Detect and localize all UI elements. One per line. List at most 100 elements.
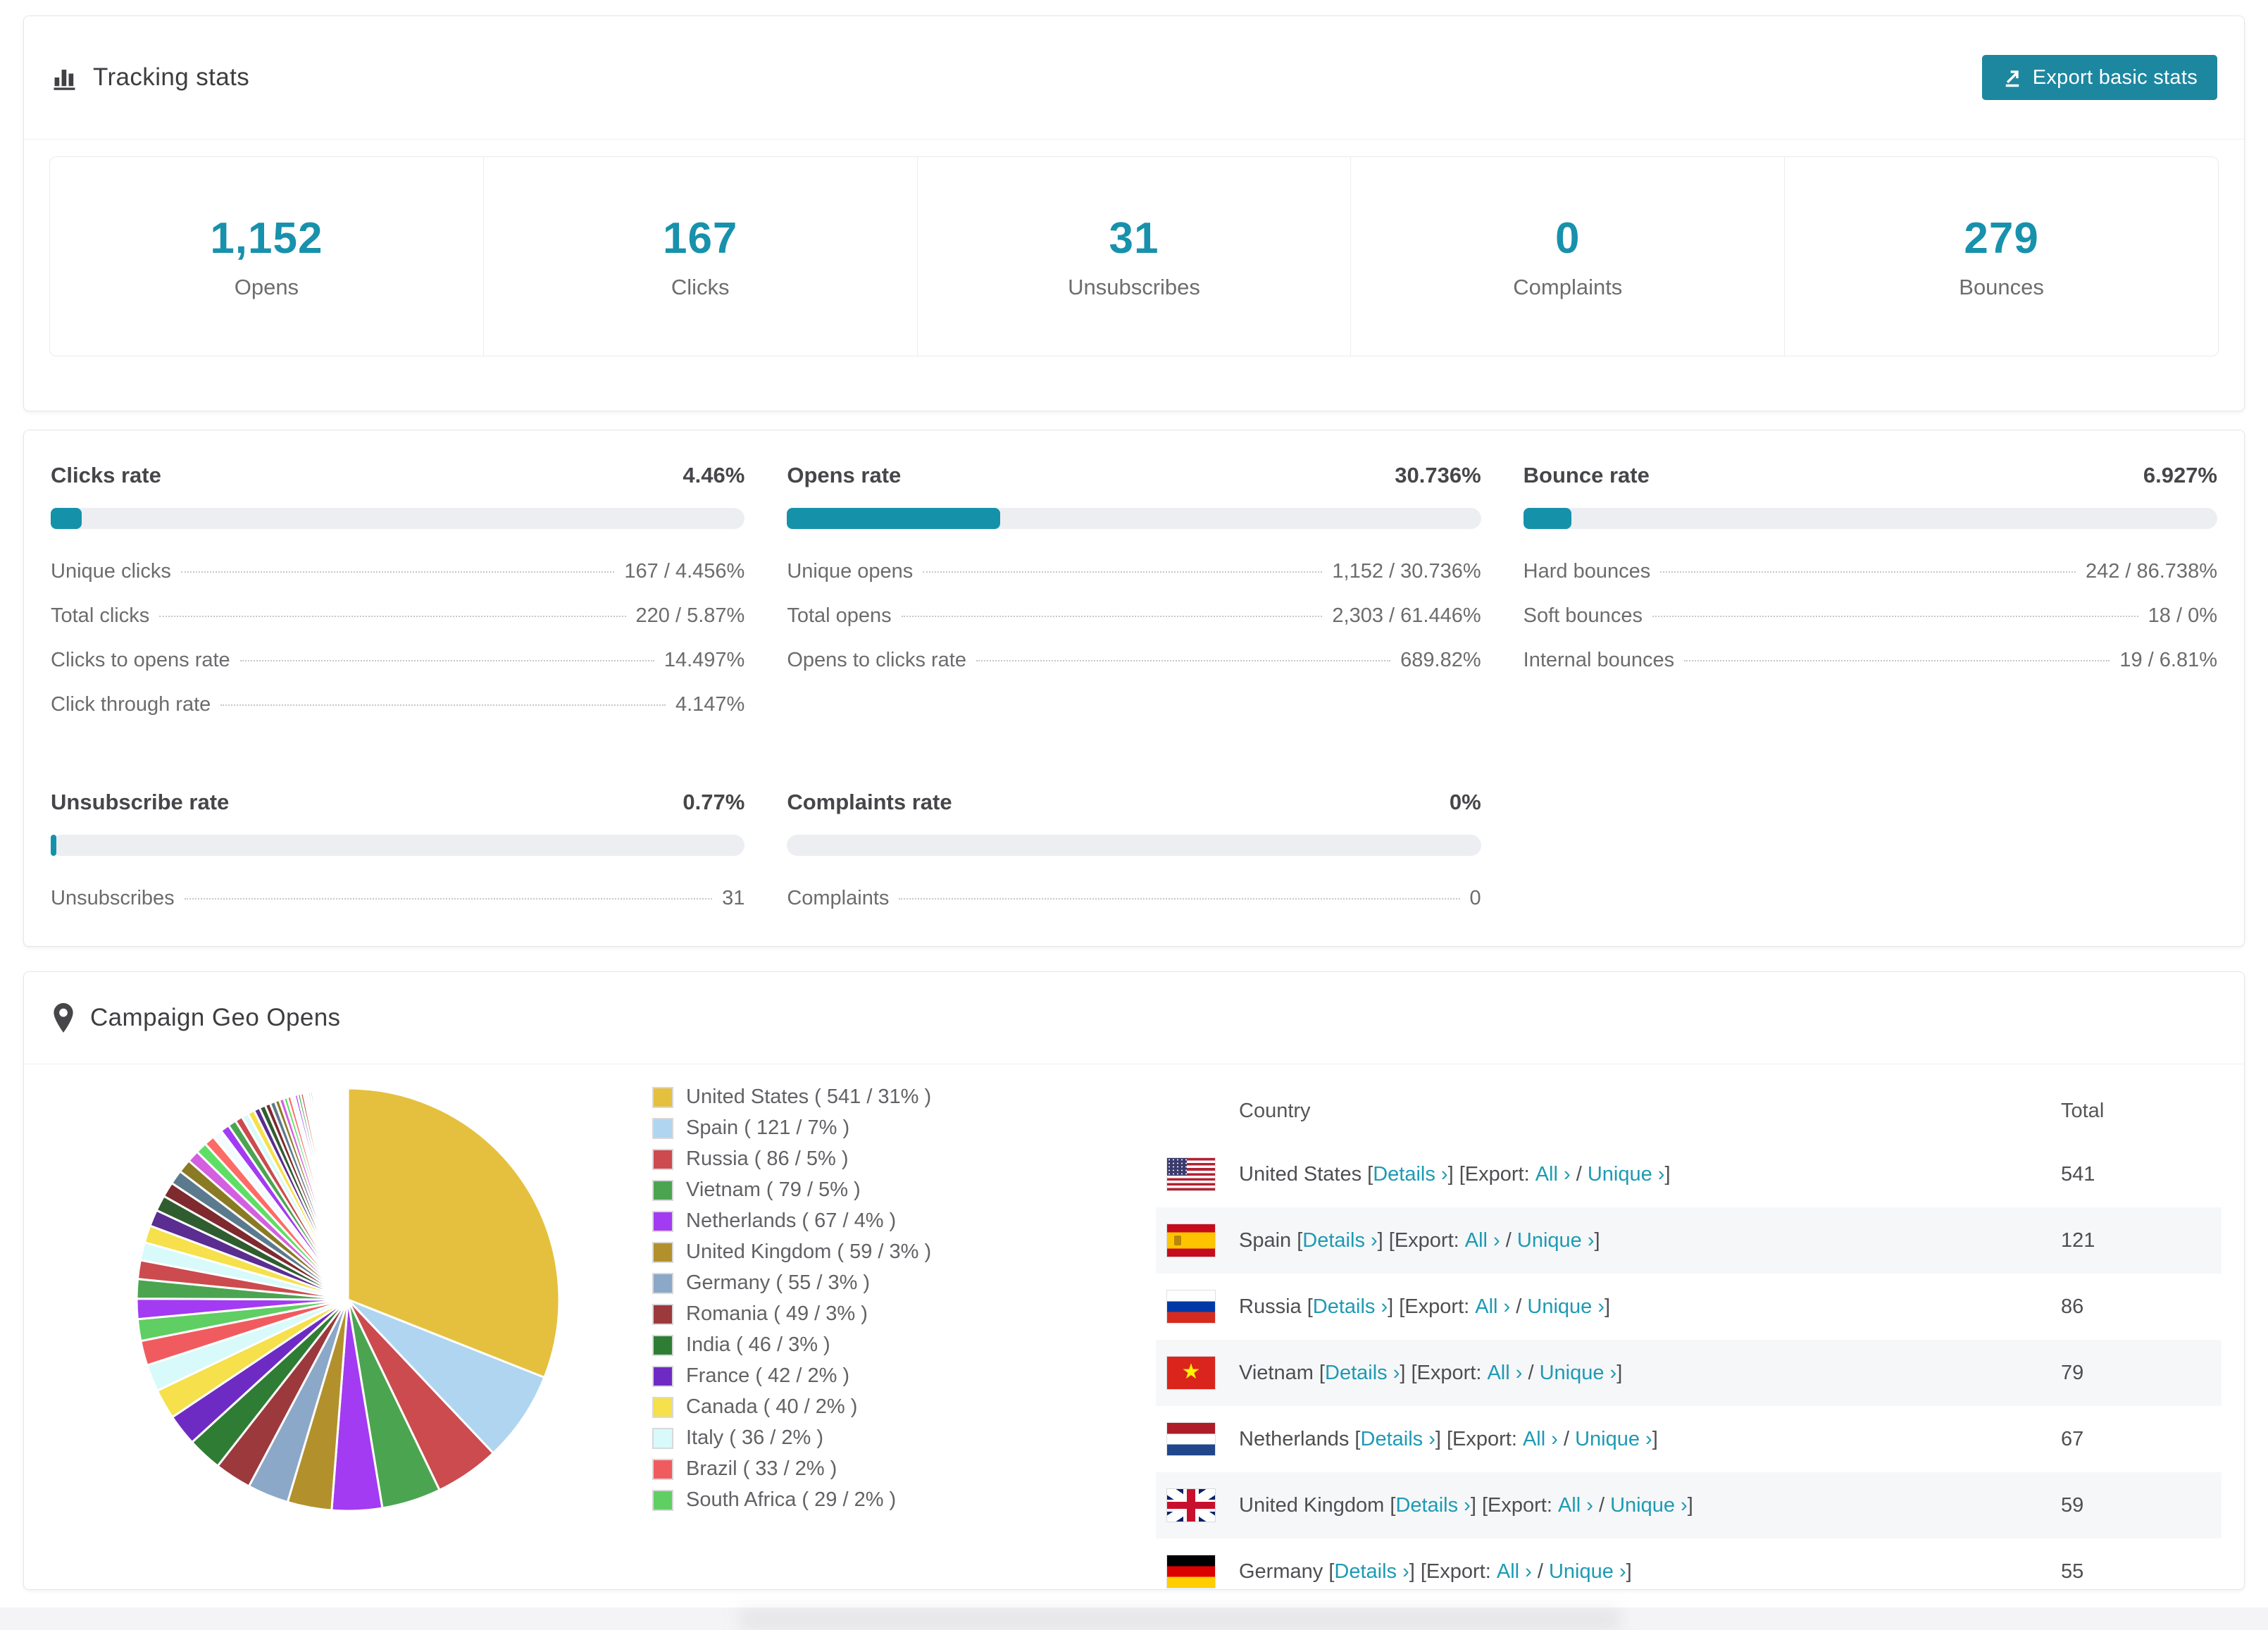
geo-pie-chart — [130, 1081, 566, 1518]
export-unique-link[interactable]: Unique › — [1517, 1229, 1595, 1252]
metric-row: Opens to clicks rate 689.82% — [787, 649, 1481, 672]
metric-leader — [239, 660, 654, 661]
details-link[interactable]: Details › — [1373, 1163, 1447, 1186]
flag-de-icon — [1167, 1555, 1215, 1588]
stat-card: 279 Bounces — [1785, 157, 2218, 356]
rates-panel: Clicks rate 4.46% Unique clicks 167 / 4.… — [23, 430, 2245, 947]
export-all-link[interactable]: All › — [1487, 1362, 1522, 1385]
rate-progress-track — [51, 835, 745, 856]
export-unique-link[interactable]: Unique › — [1527, 1295, 1605, 1319]
stat-card: 1,152 Opens — [50, 157, 484, 356]
rate-block: Opens rate 30.736% Unique opens 1,152 / … — [787, 463, 1481, 738]
flag-ru-icon — [1167, 1290, 1215, 1323]
legend-item: United Kingdom ( 59 / 3% ) — [652, 1240, 983, 1264]
details-link[interactable]: Details › — [1395, 1494, 1470, 1517]
metric-leader — [901, 616, 1323, 617]
legend-item: Italy ( 36 / 2% ) — [652, 1426, 983, 1450]
legend-swatch — [652, 1086, 673, 1108]
metric-label: Total opens — [787, 604, 892, 627]
legend-label: Romania ( 49 / 3% ) — [686, 1302, 868, 1325]
table-row: Netherlands [Details ›] [Export: All › /… — [1156, 1406, 2222, 1472]
legend-swatch — [652, 1210, 673, 1232]
legend-label: United States ( 541 / 31% ) — [686, 1085, 932, 1108]
rate-metric-list: Hard bounces 242 / 86.738% Soft bounces … — [1524, 560, 2217, 672]
legend-swatch — [652, 1489, 673, 1511]
metric-label: Total clicks — [51, 604, 150, 627]
export-unique-link[interactable]: Unique › — [1540, 1362, 1617, 1385]
metric-value: 167 / 4.456% — [624, 560, 745, 583]
flag-us-icon — [1167, 1158, 1215, 1190]
metric-label: Opens to clicks rate — [787, 649, 966, 671]
legend-label: Italy ( 36 / 2% ) — [686, 1426, 824, 1449]
legend-item: Russia ( 86 / 5% ) — [652, 1147, 983, 1171]
legend-swatch — [652, 1241, 673, 1263]
export-basic-stats-button[interactable]: Export basic stats — [1981, 55, 2217, 100]
legend-item: Brazil ( 33 / 2% ) — [652, 1457, 983, 1481]
metric-value: 0 — [1469, 887, 1481, 909]
metric-value: 4.147% — [675, 693, 745, 716]
metric-leader — [923, 571, 1323, 573]
rates-grid: Clicks rate 4.46% Unique clicks 167 / 4.… — [51, 463, 2217, 931]
legend-item: India ( 46 / 3% ) — [652, 1333, 983, 1357]
export-all-link[interactable]: All › — [1558, 1494, 1593, 1517]
legend-item: Vietnam ( 79 / 5% ) — [652, 1178, 983, 1202]
metric-leader — [159, 616, 626, 617]
export-all-link[interactable]: All › — [1465, 1229, 1500, 1252]
metric-label: Soft bounces — [1523, 604, 1643, 627]
rate-progress-track — [51, 508, 745, 529]
details-link[interactable]: Details › — [1325, 1362, 1400, 1385]
flag-gb-icon — [1167, 1489, 1215, 1522]
legend-label: South Africa ( 29 / 2% ) — [686, 1488, 897, 1511]
legend-label: Brazil ( 33 / 2% ) — [686, 1457, 837, 1480]
export-unique-link[interactable]: Unique › — [1588, 1163, 1665, 1186]
metric-label: Unique clicks — [51, 560, 171, 583]
legend-swatch — [652, 1179, 673, 1201]
country-name: Vietnam — [1239, 1361, 1314, 1384]
stat-value: 1,152 — [210, 213, 323, 263]
export-all-link[interactable]: All › — [1535, 1163, 1571, 1186]
metric-value: 689.82% — [1400, 649, 1481, 671]
total-value: 59 — [2061, 1493, 2084, 1517]
rate-progress-fill — [51, 835, 56, 856]
legend-item: Spain ( 121 / 7% ) — [652, 1116, 983, 1140]
flag-vn-icon — [1167, 1357, 1215, 1389]
legend-item: Germany ( 55 / 3% ) — [652, 1271, 983, 1295]
metric-row: Unique opens 1,152 / 30.736% — [787, 560, 1481, 583]
details-link[interactable]: Details › — [1361, 1428, 1435, 1451]
country-name: United Kingdom — [1239, 1493, 1385, 1517]
export-unique-link[interactable]: Unique › — [1610, 1494, 1688, 1517]
total-value: 79 — [2061, 1361, 2084, 1384]
metric-leader — [184, 898, 713, 900]
metric-row: Unsubscribes 31 — [51, 887, 744, 910]
export-all-link[interactable]: All › — [1475, 1295, 1510, 1319]
details-link[interactable]: Details › — [1334, 1560, 1409, 1584]
details-link[interactable]: Details › — [1313, 1295, 1388, 1319]
legend-swatch — [652, 1427, 673, 1449]
rate-metric-list: Complaints 0 — [787, 887, 1481, 910]
details-link[interactable]: Details › — [1302, 1229, 1377, 1252]
stat-label: Clicks — [671, 274, 730, 299]
metric-value: 18 / 0% — [2148, 604, 2217, 627]
metric-value: 220 / 5.87% — [635, 604, 745, 627]
rate-percent: 4.46% — [683, 463, 745, 487]
export-icon — [2002, 67, 2023, 88]
metric-value: 242 / 86.738% — [2085, 560, 2217, 583]
geo-title: Campaign Geo Opens — [90, 1004, 341, 1031]
metric-label: Complaints — [787, 887, 890, 909]
metric-row: Clicks to opens rate 14.497% — [51, 649, 744, 672]
rate-title: Bounce rate — [1523, 463, 1650, 487]
table-row: Vietnam [Details ›] [Export: All › / Uni… — [1156, 1340, 2222, 1406]
rate-progress-fill — [787, 508, 1001, 529]
rate-block: Complaints rate 0% Complaints 0 — [787, 790, 1481, 931]
table-header: Country Total — [1156, 1081, 2222, 1141]
table-row: Germany [Details ›] [Export: All › / Uni… — [1156, 1538, 2222, 1589]
export-unique-link[interactable]: Unique › — [1549, 1560, 1626, 1584]
legend-label: Netherlands ( 67 / 4% ) — [686, 1209, 897, 1232]
export-all-link[interactable]: All › — [1523, 1428, 1558, 1451]
legend-swatch — [652, 1117, 673, 1139]
export-unique-link[interactable]: Unique › — [1575, 1428, 1652, 1451]
metric-label: Unique opens — [787, 560, 914, 583]
export-all-link[interactable]: All › — [1497, 1560, 1532, 1584]
export-button-label: Export basic stats — [2032, 66, 2198, 89]
geo-legend: United States ( 541 / 31% ) Spain ( 121 … — [652, 1081, 983, 1519]
